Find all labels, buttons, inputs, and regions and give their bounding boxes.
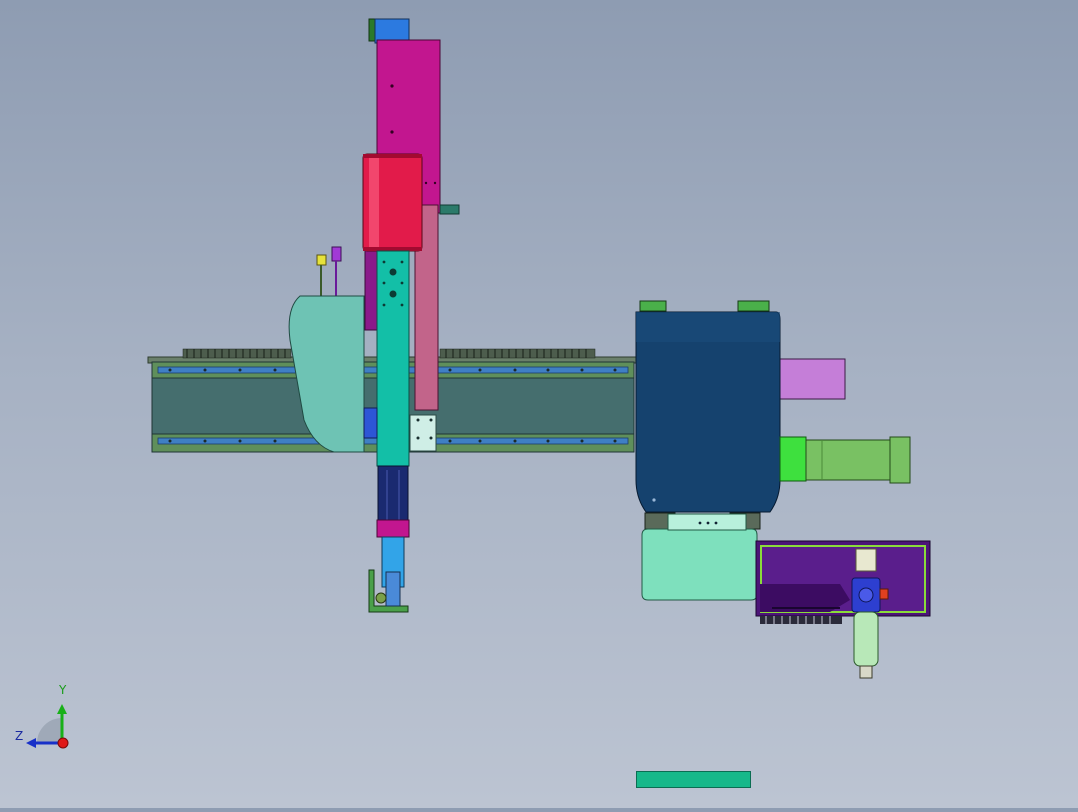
vertical-column-assembly[interactable] [288,18,460,613]
servo-housing-assembly[interactable] [635,300,931,679]
z-axis-label: Z [15,729,24,743]
assembly-drawing[interactable] [0,0,1078,808]
y-axis-label: Y [59,683,67,697]
status-indicator [636,771,751,788]
cad-viewport[interactable]: Y Z [0,0,1078,808]
triad-labels: Y Z [10,683,80,755]
